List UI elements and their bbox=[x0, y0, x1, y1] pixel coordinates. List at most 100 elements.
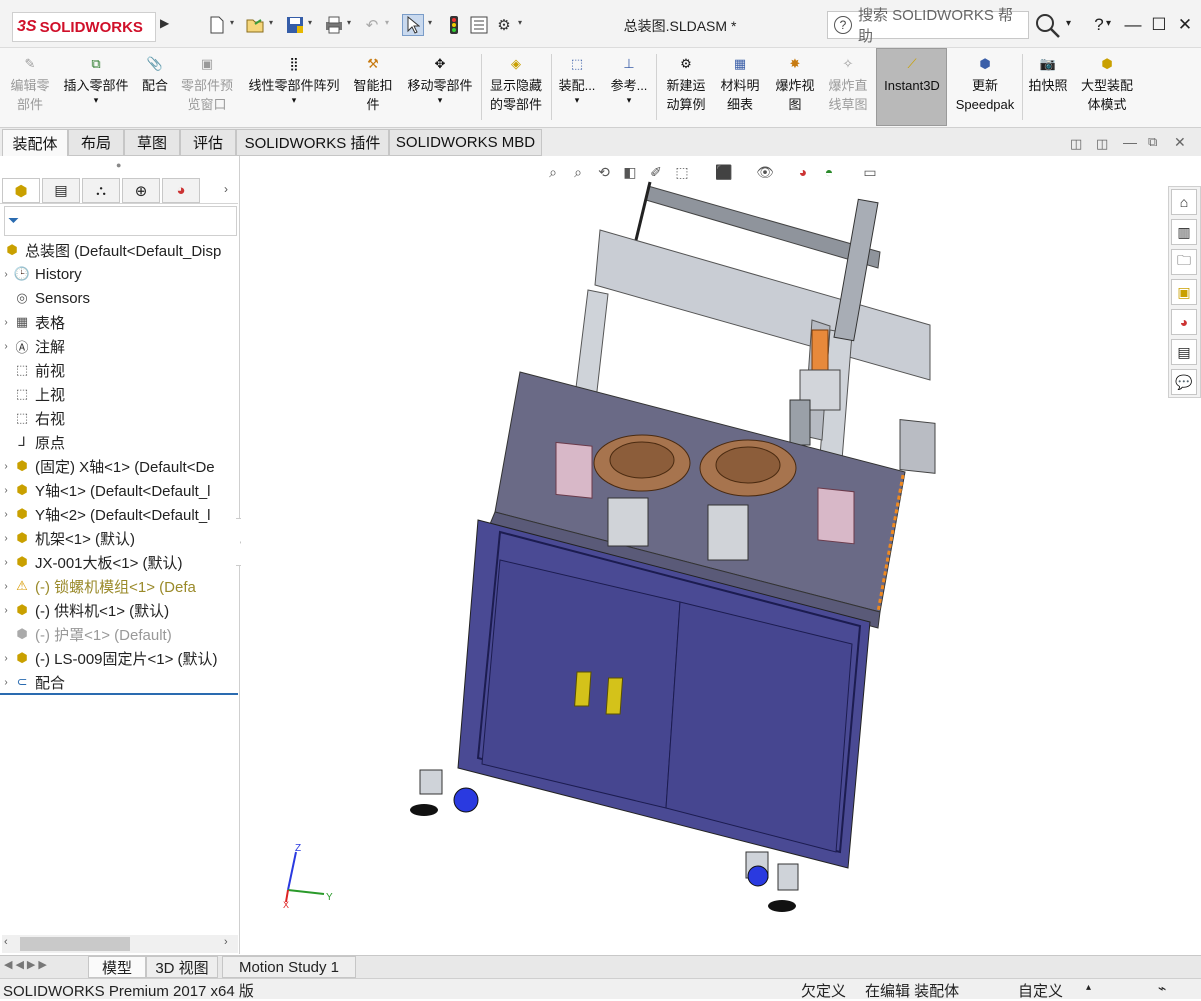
search-dropdown-icon[interactable]: ▾ bbox=[1066, 18, 1071, 29]
scroll-thumb[interactable] bbox=[20, 937, 130, 951]
update-speedpak-button[interactable]: ⬢ 更新 Speedpak bbox=[950, 52, 1020, 114]
viewport-prev-icon[interactable]: ◫ bbox=[1070, 136, 1082, 152]
save-icon[interactable] bbox=[284, 14, 306, 36]
tree-item[interactable]: › ⚠ (-) 锁螺机模组<1> (Defa bbox=[0, 574, 240, 598]
tab-sketch[interactable]: 草图 bbox=[124, 129, 180, 156]
configuration-manager-tab[interactable]: ⛬ bbox=[82, 178, 120, 203]
insert-components-button[interactable]: ⧉ 插入零部件 ▾ bbox=[58, 52, 134, 106]
tab-3d-view[interactable]: 3D 视图 bbox=[146, 956, 218, 978]
reference-geometry-button[interactable]: ⊥ 参考... ▾ bbox=[606, 52, 652, 106]
large-assembly-mode-button[interactable]: ⬢ 大型装配 体模式 bbox=[1074, 52, 1140, 114]
exploded-view-button[interactable]: ✸ 爆炸视 图 bbox=[770, 52, 820, 114]
tab-navigation-arrows-icon[interactable]: ◀◀▶▶ bbox=[4, 958, 50, 971]
tree-item[interactable]: › ▦ 表格 bbox=[0, 310, 240, 334]
custom-properties-icon[interactable]: ▤ bbox=[1171, 339, 1197, 365]
viewport-restore-icon[interactable]: ⧉ bbox=[1148, 134, 1157, 150]
expand-arrow-icon[interactable]: › bbox=[0, 461, 12, 472]
select-icon[interactable] bbox=[402, 14, 424, 36]
smart-fasteners-button[interactable]: ⚒ 智能扣 件 bbox=[350, 52, 396, 114]
tab-layout[interactable]: 布局 bbox=[68, 129, 124, 156]
expand-arrow-icon[interactable]: › bbox=[0, 341, 12, 352]
linear-pattern-button[interactable]: ⣿ 线性零部件阵列 ▾ bbox=[244, 52, 344, 106]
close-button[interactable]: ✕ bbox=[1172, 12, 1198, 38]
tree-item[interactable]: ⬚ 上视 bbox=[0, 382, 240, 406]
tree-item[interactable]: › ⬢ (-) 供料机<1> (默认) bbox=[0, 598, 240, 622]
chevron-down-icon[interactable]: ▾ bbox=[518, 18, 526, 27]
help-search-box[interactable]: ? 搜索 SOLIDWORKS 帮助 bbox=[827, 7, 1029, 45]
tree-item[interactable]: ⬢ (-) 护罩<1> (Default) bbox=[0, 622, 240, 646]
viewport-close-icon[interactable]: ✕ bbox=[1174, 134, 1186, 151]
chevron-right-icon[interactable]: › bbox=[224, 182, 228, 196]
explode-line-sketch-button[interactable]: ✧ 爆炸直 线草图 bbox=[822, 52, 874, 114]
expand-arrow-icon[interactable]: › bbox=[0, 317, 12, 328]
tree-item[interactable]: ◎ Sensors bbox=[0, 286, 240, 310]
tree-horizontal-scrollbar[interactable]: ‹ › bbox=[2, 935, 238, 953]
appearances-scenes-icon[interactable]: ◕ bbox=[1171, 309, 1197, 335]
viewport-minimize-icon[interactable]: — bbox=[1123, 134, 1137, 150]
scroll-left-icon[interactable]: ‹ bbox=[4, 936, 8, 948]
take-snapshot-button[interactable]: 📷 拍快照 bbox=[1024, 52, 1072, 95]
tree-filter-box[interactable] bbox=[4, 206, 237, 236]
scroll-right-icon[interactable]: › bbox=[224, 936, 228, 948]
filter-icon[interactable]: ⏷ bbox=[8, 212, 19, 229]
panel-grip-icon[interactable]: ● bbox=[116, 160, 121, 170]
dimxpert-manager-tab[interactable]: ⊕ bbox=[122, 178, 160, 203]
undo-icon[interactable]: ↶ bbox=[361, 14, 383, 36]
solidworks-logo[interactable]: 3S SOLIDWORKS bbox=[12, 12, 156, 42]
feature-manager-tab[interactable]: ⬢ bbox=[2, 178, 40, 203]
expand-arrow-icon[interactable]: › bbox=[0, 581, 12, 592]
status-units[interactable]: 自定义 bbox=[1018, 980, 1063, 1001]
tab-solidworks-mbd[interactable]: SOLIDWORKS MBD bbox=[389, 129, 542, 156]
bill-of-materials-button[interactable]: ▦ 材料明 细表 bbox=[716, 52, 764, 114]
open-icon[interactable] bbox=[245, 14, 267, 36]
viewport-next-icon[interactable]: ◫ bbox=[1096, 136, 1108, 152]
tree-item[interactable]: ⅃ 原点 bbox=[0, 430, 240, 454]
tree-item[interactable]: › ⬢ 机架<1> (默认) bbox=[0, 526, 240, 550]
component-preview-button[interactable]: ▣ 零部件预 览窗口 bbox=[175, 52, 239, 114]
expand-arrow-icon[interactable]: › bbox=[0, 605, 12, 616]
print-icon[interactable] bbox=[323, 14, 345, 36]
tab-evaluate[interactable]: 评估 bbox=[180, 129, 236, 156]
expand-arrow-icon[interactable]: › bbox=[0, 509, 12, 520]
tree-item[interactable]: ⬚ 右视 bbox=[0, 406, 240, 430]
file-properties-icon[interactable] bbox=[468, 14, 490, 36]
design-library-icon[interactable]: ▥ bbox=[1171, 219, 1197, 245]
maximize-button[interactable]: ☐ bbox=[1146, 12, 1172, 38]
view-palette-icon[interactable]: ▣ bbox=[1171, 279, 1197, 305]
chevron-down-icon[interactable]: ▾ bbox=[230, 18, 238, 27]
new-document-icon[interactable] bbox=[206, 14, 228, 36]
chevron-up-icon[interactable]: ▴ bbox=[1086, 982, 1091, 993]
tab-model[interactable]: 模型 bbox=[88, 956, 146, 978]
display-manager-tab[interactable]: ◕ bbox=[162, 178, 200, 203]
rollback-bar[interactable] bbox=[0, 693, 238, 695]
tree-item[interactable]: › ⬢ JX-001大板<1> (默认) bbox=[0, 550, 240, 574]
chevron-down-icon[interactable]: ▾ bbox=[385, 18, 393, 27]
edit-component-button[interactable]: ✎ 编辑零 部件 bbox=[6, 52, 54, 114]
assembly-features-button[interactable]: ⬚ 装配... ▾ bbox=[554, 52, 600, 106]
options-icon[interactable]: ⚙ bbox=[493, 14, 515, 36]
tree-item[interactable]: ⬚ 前视 bbox=[0, 358, 240, 382]
tab-assembly[interactable]: 装配体 bbox=[2, 129, 68, 156]
move-component-button[interactable]: ✥ 移动零部件 ▾ bbox=[402, 52, 478, 106]
expand-arrow-icon[interactable]: › bbox=[0, 533, 12, 544]
tree-item[interactable]: › ⬢ (-) LS-009固定片<1> (默认) bbox=[0, 646, 240, 670]
tree-item[interactable]: › 🕒 History bbox=[0, 262, 240, 286]
forum-icon[interactable]: 💬 bbox=[1171, 369, 1197, 395]
expand-arrow-icon[interactable]: › bbox=[0, 557, 12, 568]
tree-item[interactable]: › ⊂ 配合 bbox=[0, 670, 240, 694]
tree-root[interactable]: ⬢ 总装图 (Default<Default_Disp bbox=[2, 238, 242, 262]
search-icon[interactable] bbox=[1034, 12, 1062, 40]
solidworks-resources-icon[interactable]: ⌂ bbox=[1171, 189, 1197, 215]
tree-item[interactable]: › ⬢ Y轴<2> (Default<Default_l bbox=[0, 502, 240, 526]
tree-item[interactable]: › Ⓐ 注解 bbox=[0, 334, 240, 358]
expand-arrow-icon[interactable]: › bbox=[0, 653, 12, 664]
tree-item[interactable]: › ⬢ (固定) X轴<1> (Default<De bbox=[0, 454, 240, 478]
instant3d-button[interactable]: ⟋ Instant3D bbox=[877, 52, 947, 95]
rebuild-icon[interactable] bbox=[443, 14, 465, 36]
tab-solidworks-addins[interactable]: SOLIDWORKS 插件 bbox=[236, 129, 389, 156]
show-hidden-components-button[interactable]: ◈ 显示隐藏 的零部件 bbox=[484, 52, 548, 114]
property-manager-tab[interactable]: ▤ bbox=[42, 178, 80, 203]
chevron-down-icon[interactable]: ▾ bbox=[308, 18, 316, 27]
mate-button[interactable]: 📎 配合 bbox=[138, 52, 172, 95]
tab-motion-study[interactable]: Motion Study 1 bbox=[222, 956, 356, 978]
